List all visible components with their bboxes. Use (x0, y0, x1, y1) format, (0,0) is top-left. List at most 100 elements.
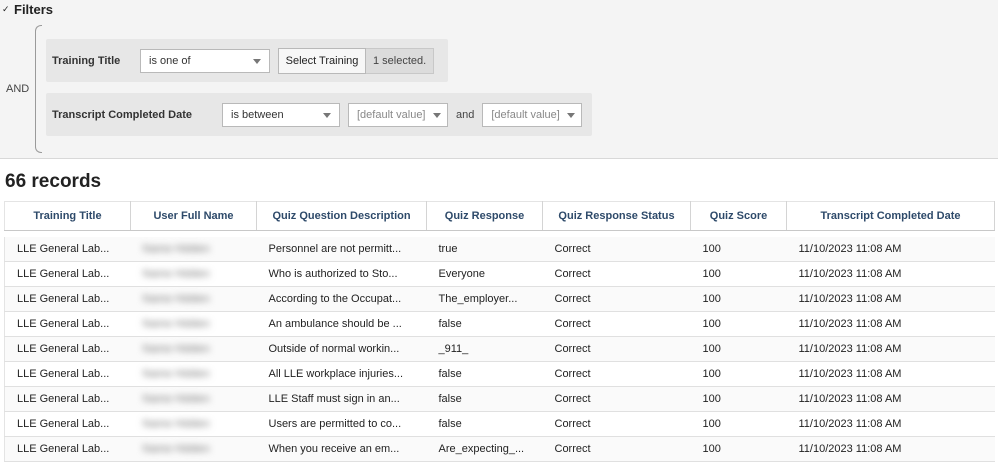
cell-quiz-question: When you receive an em... (256, 436, 427, 462)
filter-row-completed-date: Transcript Completed Date is between [de… (46, 93, 592, 136)
column-header-quiz-response-status[interactable]: Quiz Response Status (542, 201, 691, 231)
date-range-joiner: and (456, 108, 475, 121)
records-table: Training Title User Full Name Quiz Quest… (4, 201, 995, 462)
column-header-quiz-question-description[interactable]: Quiz Question Description (256, 201, 427, 231)
filters-panel: ✓ Filters AND Training Title is one of S… (0, 0, 998, 159)
cell-quiz-question: LLE Staff must sign in an... (256, 386, 427, 412)
cell-training-title: LLE General Lab... (4, 361, 131, 387)
cell-quiz-question: All LLE workplace injuries... (256, 361, 427, 387)
cell-quiz-response: false (426, 411, 543, 437)
cell-quiz-response-status: Correct (542, 436, 691, 462)
cell-quiz-response: false (426, 386, 543, 412)
cell-quiz-score: 100 (690, 411, 787, 437)
table-row[interactable]: LLE General Lab... Name Hidden When you re… (4, 436, 995, 462)
cell-quiz-score: 100 (690, 237, 787, 262)
select-training-button[interactable]: Select Training (278, 47, 366, 74)
cell-user-full-name: Name Hidden (130, 436, 257, 462)
table-body: LLE General Lab... Name Hidden Personnel a… (4, 230, 995, 462)
table-header-row: Training Title User Full Name Quiz Quest… (4, 201, 995, 231)
filters-title: Filters (14, 1, 54, 17)
date-to-placeholder: [default value] (491, 108, 560, 121)
cell-user-full-name: Name Hidden (130, 336, 257, 362)
cell-quiz-response: true (426, 237, 543, 262)
cell-training-title: LLE General Lab... (4, 286, 131, 312)
table-row[interactable]: LLE General Lab... Name Hidden Who is auth… (4, 261, 995, 287)
filter-label-training-title: Training Title (52, 54, 121, 67)
cell-quiz-response: Are_expecting_... (426, 436, 543, 462)
cell-quiz-question: According to the Occupat... (256, 286, 427, 312)
column-header-training-title[interactable]: Training Title (4, 201, 131, 231)
cell-training-title: LLE General Lab... (4, 311, 131, 337)
cell-quiz-question: Outside of normal workin... (256, 336, 427, 362)
cell-completed-date: 11/10/2023 11:08 AM (786, 311, 995, 337)
redacted-user-name: Name Hidden (142, 393, 210, 405)
chevron-down-icon: ✓ (2, 3, 10, 14)
cell-completed-date: 11/10/2023 11:08 AM (786, 286, 995, 312)
cell-quiz-response-status: Correct (542, 261, 691, 287)
filters-toggle[interactable]: ✓ Filters (2, 1, 53, 17)
table-row[interactable]: LLE General Lab... Name Hidden All LLE wor… (4, 361, 995, 387)
operator-value: is between (231, 108, 284, 121)
column-header-quiz-score[interactable]: Quiz Score (690, 201, 787, 231)
redacted-user-name: Name Hidden (142, 293, 210, 305)
cell-user-full-name: Name Hidden (130, 261, 257, 287)
records-count: 66 records (5, 171, 102, 192)
cell-user-full-name: Name Hidden (130, 386, 257, 412)
cell-training-title: LLE General Lab... (4, 411, 131, 437)
cell-quiz-response-status: Correct (542, 237, 691, 262)
table-row[interactable]: LLE General Lab... Name Hidden LLE Staff m… (4, 386, 995, 412)
redacted-user-name: Name Hidden (142, 443, 210, 455)
cell-user-full-name: Name Hidden (130, 361, 257, 387)
cell-user-full-name: Name Hidden (130, 411, 257, 437)
cell-quiz-response-status: Correct (542, 411, 691, 437)
table-row[interactable]: LLE General Lab... Name Hidden According t… (4, 286, 995, 312)
cell-quiz-score: 100 (690, 286, 787, 312)
cell-training-title: LLE General Lab... (4, 436, 131, 462)
column-header-transcript-completed-date[interactable]: Transcript Completed Date (786, 201, 995, 231)
table-row[interactable]: LLE General Lab... Name Hidden An ambulanc… (4, 311, 995, 337)
cell-completed-date: 11/10/2023 11:08 AM (786, 436, 995, 462)
redacted-user-name: Name Hidden (142, 268, 210, 280)
cell-quiz-response: Everyone (426, 261, 543, 287)
date-from-placeholder: [default value] (357, 108, 426, 121)
cell-quiz-question: Who is authorized to Sto... (256, 261, 427, 287)
cell-completed-date: 11/10/2023 11:08 AM (786, 237, 995, 262)
cell-quiz-score: 100 (690, 261, 787, 287)
redacted-user-name: Name Hidden (142, 243, 210, 255)
date-to-input[interactable]: [default value] (482, 102, 583, 127)
redacted-user-name: Name Hidden (142, 418, 210, 430)
selected-count-badge: 1 selected. (366, 47, 435, 74)
cell-training-title: LLE General Lab... (4, 237, 131, 262)
column-header-user-full-name[interactable]: User Full Name (130, 201, 257, 231)
date-from-input[interactable]: [default value] (348, 102, 448, 127)
cell-quiz-score: 100 (690, 436, 787, 462)
chevron-down-icon (567, 112, 576, 118)
table-row[interactable]: LLE General Lab... Name Hidden Users are p… (4, 411, 995, 437)
column-header-quiz-response[interactable]: Quiz Response (426, 201, 543, 231)
table-row[interactable]: LLE General Lab... Name Hidden Outside of … (4, 336, 995, 362)
table-row[interactable]: LLE General Lab... Name Hidden Personnel a… (4, 237, 995, 262)
cell-completed-date: 11/10/2023 11:08 AM (786, 261, 995, 287)
cell-user-full-name: Name Hidden (130, 237, 257, 262)
cell-user-full-name: Name Hidden (130, 286, 257, 312)
redacted-user-name: Name Hidden (142, 343, 210, 355)
chevron-down-icon (323, 112, 331, 118)
redacted-user-name: Name Hidden (142, 318, 210, 330)
cell-quiz-question: Users are permitted to co... (256, 411, 427, 437)
cell-quiz-question: An ambulance should be ... (256, 311, 427, 337)
cell-quiz-response: _911_ (426, 336, 543, 362)
cell-quiz-response-status: Correct (542, 361, 691, 387)
training-title-operator-select[interactable]: is one of (140, 48, 270, 73)
cell-quiz-response-status: Correct (542, 311, 691, 337)
cell-quiz-response: false (426, 311, 543, 337)
cell-completed-date: 11/10/2023 11:08 AM (786, 386, 995, 412)
completed-date-operator-select[interactable]: is between (222, 102, 340, 127)
cell-completed-date: 11/10/2023 11:08 AM (786, 411, 995, 437)
filter-label-completed-date: Transcript Completed Date (52, 108, 192, 121)
cell-quiz-score: 100 (690, 336, 787, 362)
cell-training-title: LLE General Lab... (4, 336, 131, 362)
cell-quiz-response-status: Correct (542, 386, 691, 412)
cell-quiz-response-status: Correct (542, 286, 691, 312)
cell-quiz-score: 100 (690, 311, 787, 337)
filter-logic-label: AND (6, 83, 30, 95)
